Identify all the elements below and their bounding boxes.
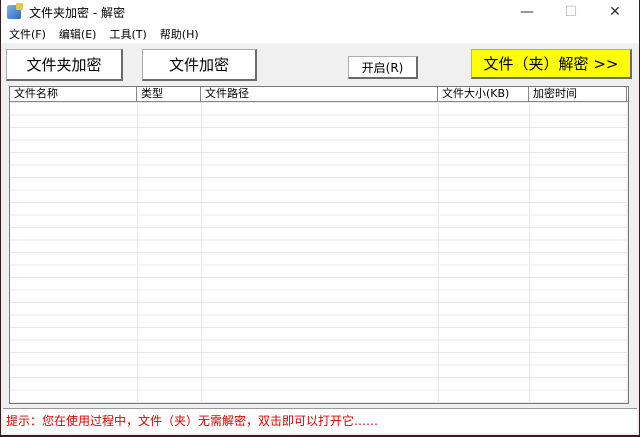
menu-bar: 文件(F) 编辑(E) 工具(T) 帮助(H) bbox=[1, 24, 639, 43]
grid-line bbox=[438, 102, 439, 403]
maximize-button[interactable]: ☐ bbox=[549, 0, 593, 24]
column-path[interactable]: 文件路径 bbox=[201, 87, 438, 101]
decrypt-button[interactable]: 文件（夹）解密 >> bbox=[471, 49, 632, 79]
menu-edit[interactable]: 编辑(E) bbox=[59, 26, 97, 42]
menu-help[interactable]: 帮助(H) bbox=[160, 26, 199, 42]
menu-tools[interactable]: 工具(T) bbox=[109, 26, 146, 42]
title-bar: 文件夹加密 - 解密 — ☐ ✕ bbox=[1, 0, 639, 24]
column-time[interactable]: 加密时间 bbox=[529, 87, 627, 101]
open-button[interactable]: 开启(R) bbox=[348, 56, 418, 79]
grid-line bbox=[627, 102, 628, 403]
close-button[interactable]: ✕ bbox=[593, 0, 637, 24]
file-table[interactable]: 文件名称 类型 文件路径 文件大小(KB) 加密时间 bbox=[9, 86, 629, 404]
grid-line bbox=[529, 102, 530, 403]
status-bar: 提示：您在使用过程中，文件（夹）无需解密，双击即可以打开它…… bbox=[3, 408, 637, 433]
column-size[interactable]: 文件大小(KB) bbox=[438, 87, 529, 101]
grid-line bbox=[137, 102, 138, 403]
app-icon bbox=[7, 3, 23, 19]
minimize-button[interactable]: — bbox=[505, 0, 549, 24]
file-encrypt-button[interactable]: 文件加密 bbox=[142, 49, 257, 81]
table-body bbox=[10, 102, 628, 403]
menu-file[interactable]: 文件(F) bbox=[9, 26, 46, 42]
app-window: 文件夹加密 - 解密 — ☐ ✕ 文件(F) 编辑(E) 工具(T) 帮助(H)… bbox=[1, 0, 639, 435]
column-type[interactable]: 类型 bbox=[137, 87, 201, 101]
window-title: 文件夹加密 - 解密 bbox=[29, 5, 125, 20]
column-name[interactable]: 文件名称 bbox=[10, 87, 137, 101]
grid-line bbox=[201, 102, 202, 403]
folder-encrypt-button[interactable]: 文件夹加密 bbox=[6, 49, 123, 81]
table-header: 文件名称 类型 文件路径 文件大小(KB) 加密时间 bbox=[10, 87, 628, 102]
